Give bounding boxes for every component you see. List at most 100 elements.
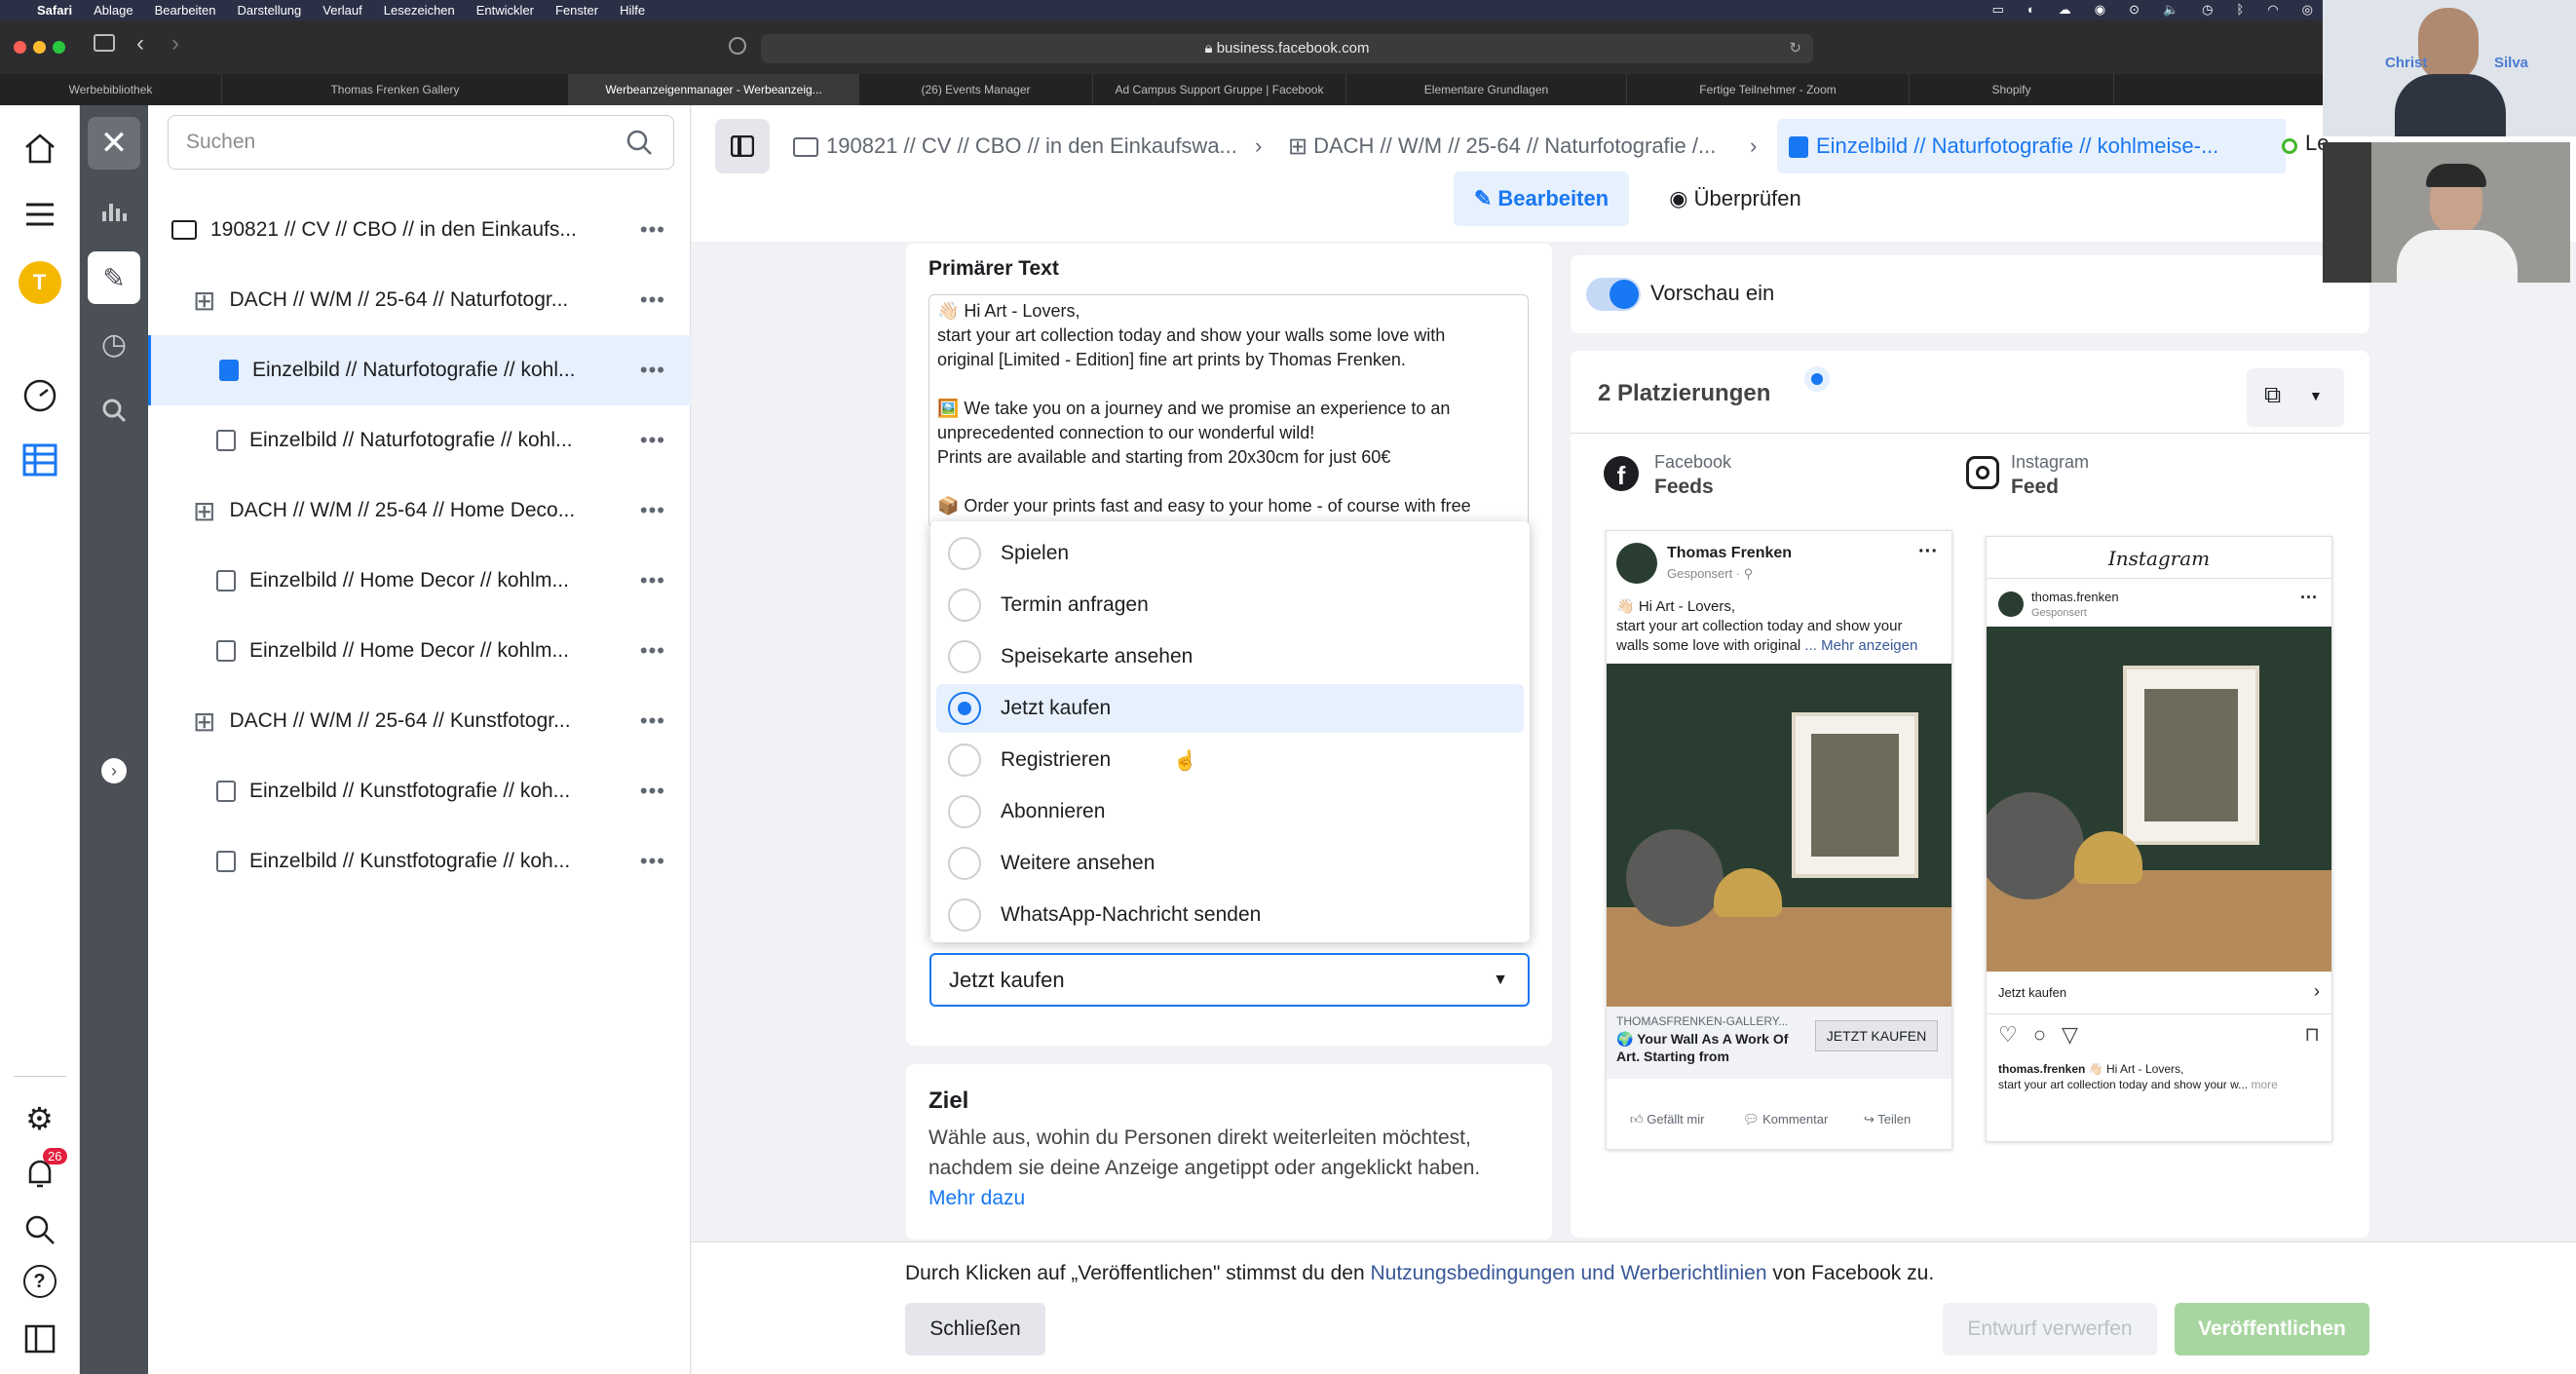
heart-icon[interactable]: ♡: [1998, 1022, 2018, 1048]
review-tab[interactable]: ◉ Überprüfen: [1652, 172, 1818, 226]
facebook-feed-preview[interactable]: Thomas Frenken Gesponsert · ⚲ ··· 👋🏻 Hi …: [1606, 530, 1952, 1150]
tab-ads-manager[interactable]: Werbeanzeigenmanager - Werbeanzeig...: [569, 74, 859, 105]
cta-option[interactable]: Registrieren: [936, 736, 1524, 784]
toggle-tree-button[interactable]: [715, 119, 770, 173]
menu-hilfe[interactable]: Hilfe: [620, 3, 645, 18]
fb-cta-button[interactable]: JETZT KAUFEN: [1815, 1020, 1938, 1051]
status-icon[interactable]: ⊙: [2129, 2, 2140, 18]
send-icon[interactable]: ▽: [2062, 1022, 2078, 1048]
expand-chevron-icon[interactable]: ›: [101, 758, 127, 783]
comment-icon[interactable]: ○: [2033, 1022, 2046, 1048]
learn-more-link[interactable]: Mehr dazu: [928, 1183, 1480, 1213]
menu-lesezeichen[interactable]: Lesezeichen: [384, 3, 455, 18]
tab-zoom[interactable]: Fertige Teilnehmer - Zoom: [1627, 74, 1910, 105]
breadcrumb-adset[interactable]: ⊞ DACH // W/M // 25-64 // Naturfotografie…: [1288, 119, 1716, 173]
close-window-button[interactable]: [14, 41, 26, 54]
inspect-icon[interactable]: [88, 384, 140, 437]
instagram-feed-preview[interactable]: Instagram thomas.frenken Gesponsert ··· …: [1986, 536, 2332, 1142]
open-preview-button[interactable]: ⧉ ▼: [2247, 368, 2344, 427]
cta-option[interactable]: Spielen: [936, 529, 1524, 578]
tab-ad-campus[interactable]: Ad Campus Support Gruppe | Facebook: [1093, 74, 1346, 105]
more-options-icon[interactable]: ···: [2300, 588, 2318, 608]
cta-option[interactable]: Abonnieren: [936, 787, 1524, 836]
privacy-shield-icon[interactable]: [729, 37, 746, 55]
notifications-bell-icon[interactable]: 26: [20, 1148, 67, 1193]
comment-button[interactable]: 💬︎ Kommentar: [1743, 1112, 1828, 1127]
tree-row-ad[interactable]: Einzelbild // Kunstfotografie // koh... •…: [148, 826, 691, 897]
discard-draft-button[interactable]: Entwurf verwerfen: [1943, 1303, 2157, 1355]
menu-icon[interactable]: [20, 195, 59, 234]
menu-entwickler[interactable]: Entwickler: [476, 3, 534, 18]
more-options-icon[interactable]: ···: [1918, 541, 1938, 563]
forward-icon[interactable]: ›: [171, 30, 179, 57]
tab-grundlagen[interactable]: Elementare Grundlagen: [1346, 74, 1627, 105]
radio-button[interactable]: [948, 847, 981, 880]
breadcrumb-ad[interactable]: Einzelbild // Naturfotografie // kohlmei…: [1777, 119, 2303, 173]
menu-ablage[interactable]: Ablage: [94, 3, 133, 18]
wifi-icon[interactable]: ◠: [2267, 2, 2278, 18]
bluetooth-icon[interactable]: ᛒ: [2237, 2, 2245, 18]
help-icon[interactable]: ?: [22, 1265, 57, 1298]
more-options-icon[interactable]: •••: [640, 568, 665, 593]
tree-row-adset[interactable]: ⊞ DACH // W/M // 25-64 // Kunstfotogr... •…: [148, 686, 691, 756]
more-options-icon[interactable]: •••: [640, 358, 665, 383]
cta-select[interactable]: Jetzt kaufen ▼: [929, 953, 1530, 1007]
bookmark-icon[interactable]: ⊓: [2304, 1022, 2320, 1047]
cloud-icon[interactable]: ☁: [2059, 2, 2071, 18]
home-icon[interactable]: [20, 129, 59, 168]
close-button[interactable]: Schließen: [905, 1303, 1045, 1355]
more-options-icon[interactable]: •••: [640, 428, 665, 453]
search-icon[interactable]: [625, 129, 653, 161]
minimize-window-button[interactable]: [33, 41, 46, 54]
ig-cta-bar[interactable]: Jetzt kaufen ›: [1987, 972, 2331, 1014]
status-icon[interactable]: ▭: [1992, 2, 2004, 18]
tab-gallery[interactable]: Thomas Frenken Gallery: [222, 74, 569, 105]
preview-toggle[interactable]: [1586, 278, 1641, 311]
back-icon[interactable]: ‹: [136, 30, 144, 57]
status-icon[interactable]: ◐: [2027, 2, 2035, 18]
more-options-icon[interactable]: •••: [640, 849, 665, 874]
radio-button[interactable]: [948, 898, 981, 932]
chart-icon[interactable]: [88, 185, 140, 238]
radio-button[interactable]: [948, 640, 981, 673]
close-editor-icon[interactable]: ✕: [88, 117, 140, 170]
reload-icon[interactable]: ↻: [1789, 34, 1801, 63]
search-icon[interactable]: [20, 1210, 59, 1249]
menu-bearbeiten[interactable]: Bearbeiten: [155, 3, 216, 18]
tree-row-ad[interactable]: Einzelbild // Kunstfotografie // koh... •…: [148, 756, 691, 826]
cta-option[interactable]: Speisekarte ansehen: [936, 632, 1524, 681]
cta-option[interactable]: Jetzt kaufen: [936, 684, 1524, 733]
like-button[interactable]: 👍︎ Gefällt mir: [1630, 1112, 1704, 1127]
sidebar-toggle-icon[interactable]: [94, 34, 115, 52]
ads-manager-table-icon[interactable]: [20, 440, 59, 479]
zoom-window-button[interactable]: [53, 41, 65, 54]
radio-button[interactable]: [948, 744, 981, 777]
cta-option[interactable]: Termin anfragen: [936, 581, 1524, 630]
more-options-icon[interactable]: •••: [640, 708, 665, 734]
edit-tab[interactable]: ✎ Bearbeiten: [1454, 172, 1629, 226]
menu-app[interactable]: Safari: [37, 3, 72, 18]
tree-row-ad[interactable]: Einzelbild // Home Decor // kohlm... •••: [148, 546, 691, 616]
more-options-icon[interactable]: •••: [640, 779, 665, 804]
radio-button[interactable]: [948, 589, 981, 622]
tab-shopify[interactable]: Shopify: [1910, 74, 2114, 105]
primary-text-field[interactable]: 👋🏻 Hi Art - Lovers, start your art collec…: [928, 294, 1529, 528]
tree-row-adset[interactable]: ⊞ DACH // W/M // 25-64 // Naturfotogr... •…: [148, 265, 691, 335]
dashboard-icon[interactable]: [20, 376, 59, 415]
see-more-link[interactable]: ... Mehr anzeigen: [1804, 637, 1917, 654]
panel-toggle-icon[interactable]: [20, 1319, 59, 1358]
more-options-icon[interactable]: •••: [640, 287, 665, 313]
publish-button[interactable]: Veröffentlichen: [2175, 1303, 2369, 1355]
terms-link[interactable]: Nutzungsbedingungen und Werberichtlinien: [1370, 1262, 1766, 1284]
breadcrumb-campaign[interactable]: 190821 // CV // CBO // in den Einkaufswa…: [793, 119, 1237, 173]
address-bar[interactable]: 🔒︎ business.facebook.com ↻: [761, 34, 1813, 63]
menu-fenster[interactable]: Fenster: [555, 3, 598, 18]
radio-button[interactable]: [948, 537, 981, 570]
volume-icon[interactable]: 🔈: [2163, 2, 2178, 18]
status-icon[interactable]: ◉: [2095, 2, 2105, 18]
user-icon[interactable]: ◎: [2302, 2, 2313, 18]
tree-search-input[interactable]: Suchen: [168, 115, 674, 170]
account-avatar[interactable]: T: [18, 261, 61, 304]
tab-events-manager[interactable]: (26) Events Manager: [859, 74, 1093, 105]
history-clock-icon[interactable]: ◷: [88, 318, 140, 370]
